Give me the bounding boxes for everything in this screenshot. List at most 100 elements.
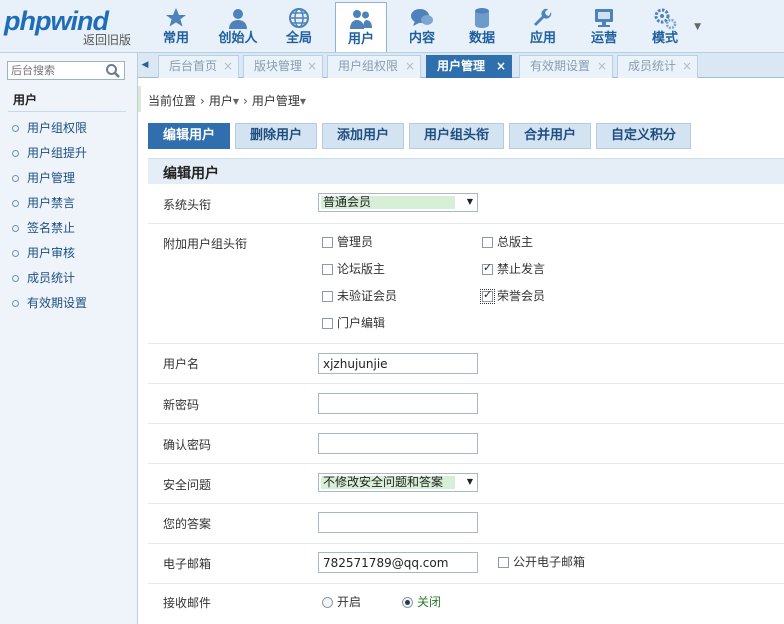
sidebar-item-validity-settings[interactable]: 有效期设置	[12, 294, 87, 312]
new-password-label: 新密码	[163, 398, 200, 412]
checkbox-admin[interactable]: 管理员	[322, 235, 373, 251]
nav-content[interactable]: 内容	[396, 2, 448, 50]
checkbox-admin-box[interactable]	[322, 237, 333, 248]
tab-validity-settings[interactable]: 有效期设置 ×	[519, 55, 613, 78]
sidebar-title: 用户	[13, 93, 38, 107]
answer-input[interactable]	[318, 512, 478, 533]
form-row-receive-mail: 接收邮件 开启 关闭	[148, 584, 784, 624]
receive-mail-label: 接收邮件	[163, 596, 212, 610]
tab-scroll-left-icon[interactable]: ◀	[138, 53, 152, 78]
close-icon[interactable]: ×	[682, 56, 692, 77]
merge-user-button[interactable]: 合并用户	[509, 123, 591, 149]
form-row-new-password: 新密码	[148, 384, 784, 424]
checkbox-label: 管理员	[337, 235, 374, 249]
edit-user-button[interactable]: 编辑用户	[148, 123, 230, 149]
tab-member-stats[interactable]: 成员统计 ×	[617, 55, 698, 78]
radio-receive-mail-off[interactable]: 关闭	[402, 595, 441, 611]
checkbox-honor-member-box[interactable]	[480, 288, 495, 304]
tab-forum-management[interactable]: 版块管理 ×	[243, 55, 323, 78]
tab-strip: ◀ 后台首页 × 版块管理 × 用户组权限 × 用户管理 × 有效期设置 × 成员统计 ×	[138, 53, 784, 78]
nav-founder[interactable]: 创始人	[212, 2, 264, 50]
checkbox-portal-editor[interactable]: 门户编辑	[322, 316, 385, 332]
gears-icon	[654, 8, 677, 30]
checkbox-forum-moderator[interactable]: 论坛版主	[322, 262, 385, 278]
close-icon[interactable]: ×	[496, 56, 506, 77]
radio-on-circle[interactable]	[322, 597, 333, 608]
checkbox-label: 公开电子邮箱	[513, 555, 586, 569]
nav-apps[interactable]: 应用	[517, 2, 569, 50]
chevron-down-icon: ▼	[466, 477, 473, 486]
sidebar-item-signature-ban[interactable]: 签名禁止	[12, 219, 75, 237]
breadcrumb-user-management[interactable]: 用户管理	[252, 94, 300, 108]
back-to-old-version-link[interactable]: 返回旧版	[83, 33, 131, 47]
email-input[interactable]	[318, 552, 478, 573]
email-label: 电子邮箱	[163, 557, 212, 571]
nav-data[interactable]: 数据	[456, 2, 508, 50]
sidebar-item-label: 用户禁言	[27, 196, 76, 210]
nav-common[interactable]: 常用	[150, 2, 202, 50]
sidebar-search	[7, 61, 125, 80]
sidebar-item-user-management[interactable]: 用户管理	[12, 169, 75, 187]
nav-global[interactable]: 全局	[273, 2, 325, 50]
confirm-password-input[interactable]	[318, 433, 478, 454]
search-icon[interactable]	[105, 63, 121, 79]
add-user-button[interactable]: 添加用户	[322, 123, 404, 149]
sidebar-item-group-promotion[interactable]: 用户组提升	[12, 144, 87, 162]
checkbox-honor-member[interactable]: 荣誉会员	[480, 288, 546, 305]
tab-label: 用户组权限	[338, 59, 399, 73]
checkbox-banned-posting-box[interactable]	[482, 261, 493, 275]
bullet-icon	[12, 175, 19, 182]
security-question-select[interactable]: 不修改安全问题和答案 ▼	[318, 473, 478, 492]
sidebar-item-user-ban[interactable]: 用户禁言	[12, 194, 75, 212]
nav-users-label: 用户	[347, 32, 374, 47]
checkbox-public-email-box[interactable]	[498, 557, 509, 568]
checkbox-super-moderator-box[interactable]	[482, 237, 493, 248]
close-icon[interactable]: ×	[405, 56, 415, 77]
nav-mode[interactable]: 模式 ▼	[639, 2, 701, 50]
checkbox-label: 总版主	[497, 235, 534, 249]
sidebar-item-group-permissions[interactable]: 用户组权限	[12, 119, 87, 137]
tab-label: 成员统计	[628, 59, 677, 73]
checkbox-forum-moderator-box[interactable]	[322, 264, 333, 275]
checkbox-banned-posting[interactable]: 禁止发言	[482, 261, 545, 278]
system-title-value: 普通会员	[321, 196, 455, 209]
tab-label: 后台首页	[169, 59, 218, 73]
close-icon[interactable]: ×	[597, 56, 607, 77]
form-row-username: 用户名	[148, 344, 784, 384]
new-password-input[interactable]	[318, 393, 478, 414]
sidebar-item-user-review[interactable]: 用户审核	[12, 244, 75, 262]
group-title-button[interactable]: 用户组头衔	[409, 123, 504, 149]
tab-user-management[interactable]: 用户管理 ×	[426, 55, 512, 78]
section-header: 编辑用户	[148, 158, 784, 184]
delete-user-button[interactable]: 删除用户	[235, 123, 317, 149]
close-icon[interactable]: ×	[307, 56, 317, 77]
checkbox-super-moderator[interactable]: 总版主	[482, 235, 533, 251]
custom-credits-button[interactable]: 自定义积分	[596, 123, 691, 149]
radio-receive-mail-on[interactable]: 开启	[322, 595, 361, 611]
username-input[interactable]	[318, 353, 478, 374]
tab-admin-home[interactable]: 后台首页 ×	[158, 55, 239, 78]
form-row-answer: 您的答案	[148, 504, 784, 544]
checkbox-label: 荣誉会员	[497, 289, 546, 303]
tab-group-permissions[interactable]: 用户组权限 ×	[327, 55, 421, 78]
nav-operations[interactable]: 运营	[578, 2, 630, 50]
close-icon[interactable]: ×	[223, 56, 233, 77]
breadcrumb-users[interactable]: 用户	[209, 94, 233, 108]
nav-users[interactable]: 用户	[335, 2, 387, 52]
chevron-right-icon: ›	[243, 94, 248, 108]
checkbox-unverified-member-box[interactable]	[322, 291, 333, 302]
sidebar-search-input[interactable]	[8, 62, 104, 79]
chevron-down-icon[interactable]: ▼	[233, 97, 239, 106]
checkbox-unverified-member[interactable]: 未验证会员	[322, 289, 397, 305]
chevron-down-icon[interactable]: ▼	[300, 97, 306, 106]
radio-off-circle[interactable]	[402, 597, 413, 608]
system-title-select[interactable]: 普通会员 ▼	[318, 193, 478, 212]
sidebar-item-label: 有效期设置	[27, 296, 88, 310]
checkbox-portal-editor-box[interactable]	[322, 318, 333, 329]
chevron-down-icon[interactable]: ▼	[694, 22, 701, 32]
sidebar-item-member-stats[interactable]: 成员统计	[12, 269, 75, 287]
tab-label: 有效期设置	[530, 59, 591, 73]
checkbox-public-email[interactable]: 公开电子邮箱	[498, 555, 585, 571]
logo[interactable]: phpwind 返回旧版	[4, 6, 134, 50]
sidebar-item-label: 用户组权限	[27, 121, 88, 135]
